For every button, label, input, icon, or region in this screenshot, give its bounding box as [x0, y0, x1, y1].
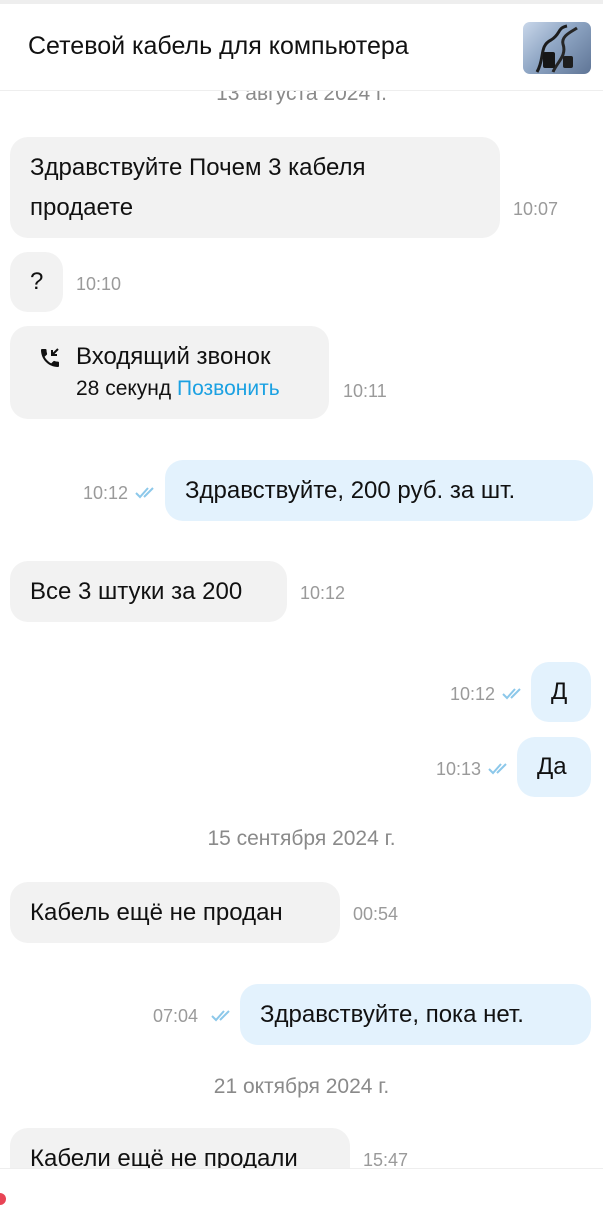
read-ticks-icon — [502, 688, 521, 700]
message-text: Все 3 штуки за 200 — [30, 578, 243, 605]
date-separator: 21 октября 2024 г. — [213, 1075, 390, 1098]
call-title: Входящий звонок — [76, 343, 271, 370]
message-time: 00:54 — [353, 904, 399, 924]
date-separator: 15 сентября 2024 г. — [207, 827, 396, 850]
incoming-call-icon — [41, 348, 59, 367]
outgoing-message[interactable]: Да — [517, 737, 591, 797]
chat-header: Сетевой кабель для компьютера — [0, 4, 603, 91]
message-text-line: продаете — [30, 194, 134, 221]
message-time: 10:12 — [300, 583, 346, 603]
message-time: 15:47 — [363, 1150, 409, 1168]
call-duration: 28 секунд — [76, 377, 172, 400]
chat-title[interactable]: Сетевой кабель для компьютера — [28, 32, 409, 61]
read-ticks-icon — [211, 1010, 230, 1022]
message-time: 10:12 — [450, 684, 496, 704]
outgoing-message[interactable]: Здравствуйте, пока нет. — [240, 984, 591, 1045]
message-text-line: Здравствуйте Почем 3 кабеля — [30, 154, 366, 181]
bottom-bar — [0, 1168, 603, 1205]
message-text: Кабель ещё не продан — [30, 899, 283, 926]
outgoing-message[interactable]: Здравствуйте, 200 руб. за шт. — [165, 460, 593, 521]
message-text: Здравствуйте, 200 руб. за шт. — [185, 477, 516, 504]
incoming-message[interactable]: ? — [10, 252, 63, 312]
call-details: 28 секунд Позвонить — [76, 374, 280, 404]
message-text: Да — [537, 753, 567, 780]
message-time: 10:12 — [83, 483, 129, 503]
notification-dot — [0, 1193, 6, 1205]
chat-area[interactable]: 13 августа 2024 г. Здравствуйте Почем 3 … — [0, 0, 603, 1168]
incoming-message[interactable]: Кабели ещё не продали — [10, 1128, 350, 1168]
incoming-message[interactable]: Здравствуйте Почем 3 кабеля продаете — [10, 137, 500, 238]
incoming-call-message[interactable]: Входящий звонок 28 секунд Позвонить — [10, 326, 329, 419]
read-ticks-icon — [135, 487, 154, 499]
message-text: Кабели ещё не продали — [30, 1145, 298, 1168]
message-text: ? — [30, 268, 44, 295]
outgoing-message[interactable]: Д — [531, 662, 591, 722]
message-time: 10:13 — [436, 759, 482, 779]
message-time: 10:11 — [343, 381, 387, 401]
message-time: 10:10 — [76, 274, 122, 294]
incoming-message[interactable]: Кабель ещё не продан — [10, 882, 340, 943]
read-ticks-icon — [488, 763, 507, 775]
incoming-message[interactable]: Все 3 штуки за 200 — [10, 561, 287, 622]
call-back-link[interactable]: Позвонить — [177, 377, 280, 400]
message-time: 10:07 — [513, 199, 559, 219]
message-time: 07:04 — [153, 1006, 199, 1026]
cable-photo-icon — [535, 24, 578, 73]
message-text: Д — [551, 678, 568, 705]
message-text: Здравствуйте, пока нет. — [260, 1001, 524, 1028]
product-thumbnail[interactable] — [523, 22, 591, 74]
